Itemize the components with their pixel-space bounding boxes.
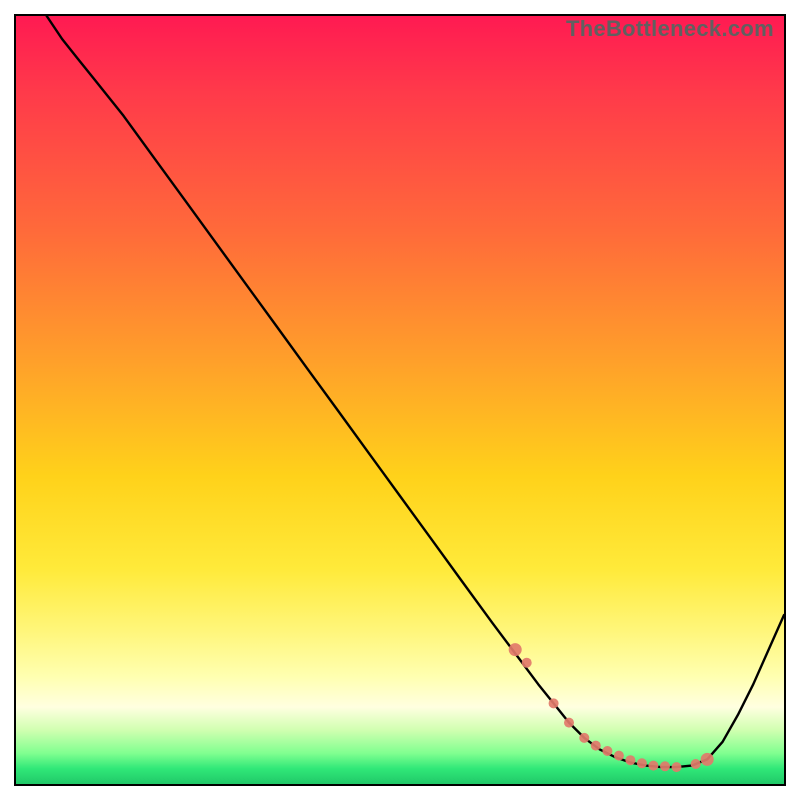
highlight-dot [591,741,601,751]
highlight-dot [602,746,612,756]
plot-area [14,14,786,786]
highlight-dot [648,761,658,771]
highlight-dot [701,753,714,766]
highlight-dot [564,718,574,728]
highlight-dot [637,758,647,768]
highlight-dot [625,755,635,765]
highlight-dot [549,698,559,708]
highlight-dot [522,658,532,668]
chart-container: TheBottleneck.com [0,0,800,800]
highlight-dot [509,643,522,656]
highlight-dot [579,733,589,743]
highlight-dot [691,759,701,769]
highlight-dot [672,762,682,772]
bottleneck-curve [16,16,784,784]
highlight-dot [660,761,670,771]
curve-path [47,16,784,767]
watermark-text: TheBottleneck.com [566,16,774,42]
highlight-dot [614,751,624,761]
